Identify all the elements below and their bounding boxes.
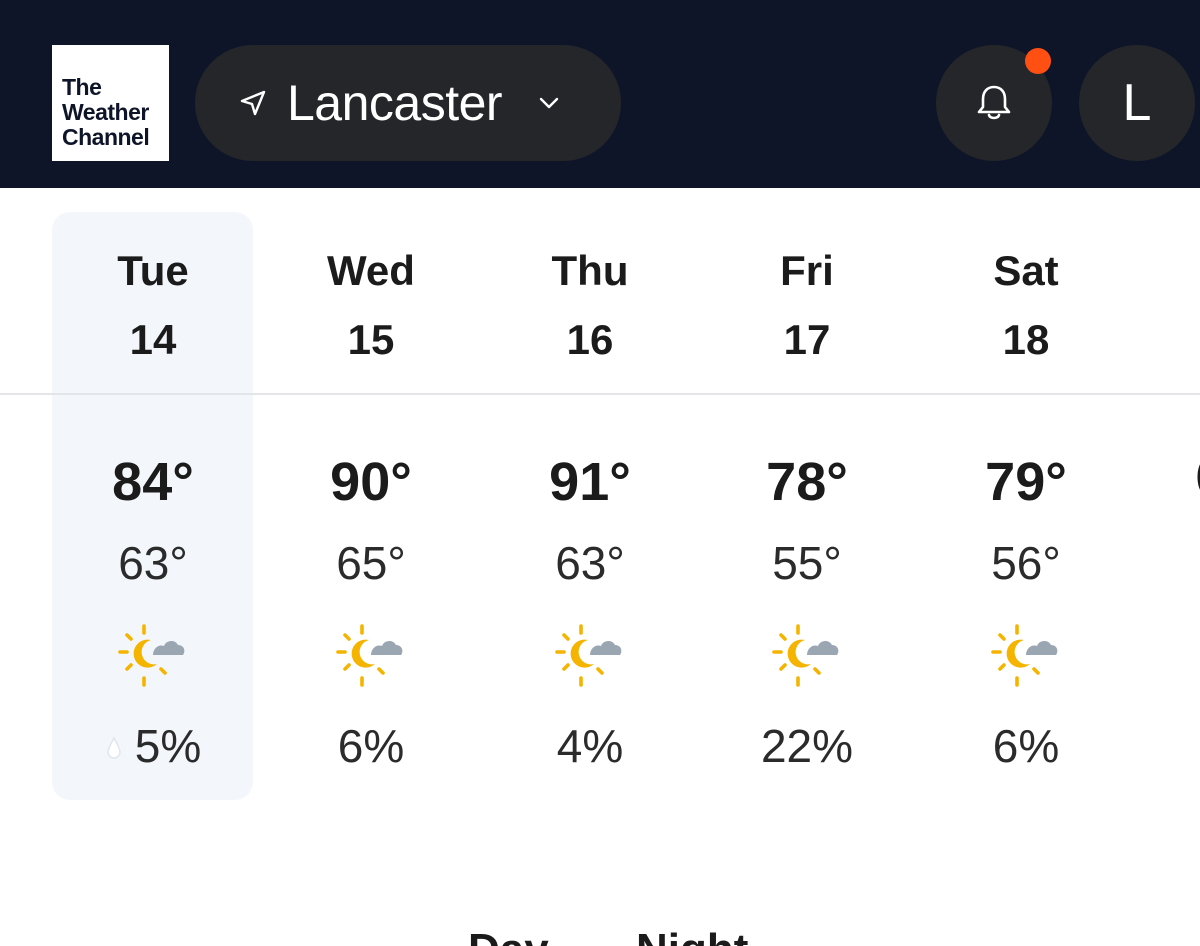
day-date: 15 (347, 316, 395, 363)
day-column-wed[interactable]: Wed 15 90° 65° 6% (261, 212, 481, 800)
precip-chance: 4% (480, 720, 700, 772)
location-name: Lancaster (287, 75, 503, 131)
logo-line-1: The (62, 74, 102, 100)
top-bar: The Weather Channel Lancaster L (0, 0, 1200, 188)
day-date: 18 (1002, 316, 1050, 363)
low-temp: 63° (118, 537, 188, 589)
high-temp: 84° (112, 452, 194, 512)
day-name: Thu (551, 247, 629, 294)
day-column-thu[interactable]: Thu 16 91° 63° 4% (480, 212, 700, 800)
user-avatar[interactable]: L (1079, 45, 1195, 161)
partly-cloudy-night-icon (118, 624, 185, 687)
the-weather-channel-logo[interactable]: The Weather Channel (52, 45, 169, 161)
location-selector[interactable]: Lancaster (195, 45, 621, 161)
logo-line-2: Weather (62, 99, 149, 125)
precip-value: 5% (134, 720, 202, 772)
precip-chance: 5% (43, 720, 263, 772)
precip-value: 6% (992, 720, 1060, 772)
bell-icon (977, 85, 1011, 120)
low-temp: 55° (772, 537, 842, 589)
partly-cloudy-night-icon (555, 624, 622, 687)
day-date: 14 (129, 316, 177, 363)
tab-day[interactable]: Day (468, 928, 549, 946)
low-temp: 63° (555, 537, 625, 589)
next-day-column-edge (1192, 455, 1200, 499)
logo-line-3: Channel (62, 124, 150, 150)
low-temp: 65° (336, 537, 406, 589)
day-name: Wed (327, 247, 415, 294)
tab-night[interactable]: Night (636, 928, 748, 946)
precip-chance: 22% (697, 720, 917, 772)
avatar-initial: L (1122, 74, 1152, 132)
precip-value: 6% (337, 720, 405, 772)
navigation-arrow-icon (240, 90, 266, 116)
day-name: Tue (117, 247, 189, 294)
day-night-tabs: Day Night (468, 928, 788, 946)
day-column-tue[interactable]: Tue 14 84° 63° 5% (43, 212, 263, 800)
low-temp: 56° (991, 537, 1061, 589)
partly-cloudy-night-icon (336, 624, 403, 687)
chevron-down-icon (539, 97, 559, 109)
raindrop-icon (106, 736, 121, 759)
partly-cloudy-night-icon (991, 624, 1058, 687)
high-temp: 79° (985, 452, 1067, 512)
day-name: Fri (780, 247, 834, 294)
high-temp: 91° (549, 452, 631, 512)
precip-value: 4% (556, 720, 624, 772)
day-column-sat[interactable]: Sat 18 79° 56° 6% (916, 212, 1136, 800)
notification-badge (1025, 48, 1051, 74)
partly-cloudy-night-icon (772, 624, 839, 687)
day-date: 16 (566, 316, 614, 363)
high-temp: 90° (330, 452, 412, 512)
day-date: 17 (783, 316, 831, 363)
precip-value: 22% (760, 720, 854, 772)
day-name: Sat (993, 247, 1059, 294)
precip-chance: 6% (916, 720, 1136, 772)
precip-chance: 6% (261, 720, 481, 772)
partial-digit-glyph (1197, 464, 1200, 490)
day-column-fri[interactable]: Fri 17 78° 55° 22% (697, 212, 917, 800)
high-temp: 78° (766, 452, 848, 512)
